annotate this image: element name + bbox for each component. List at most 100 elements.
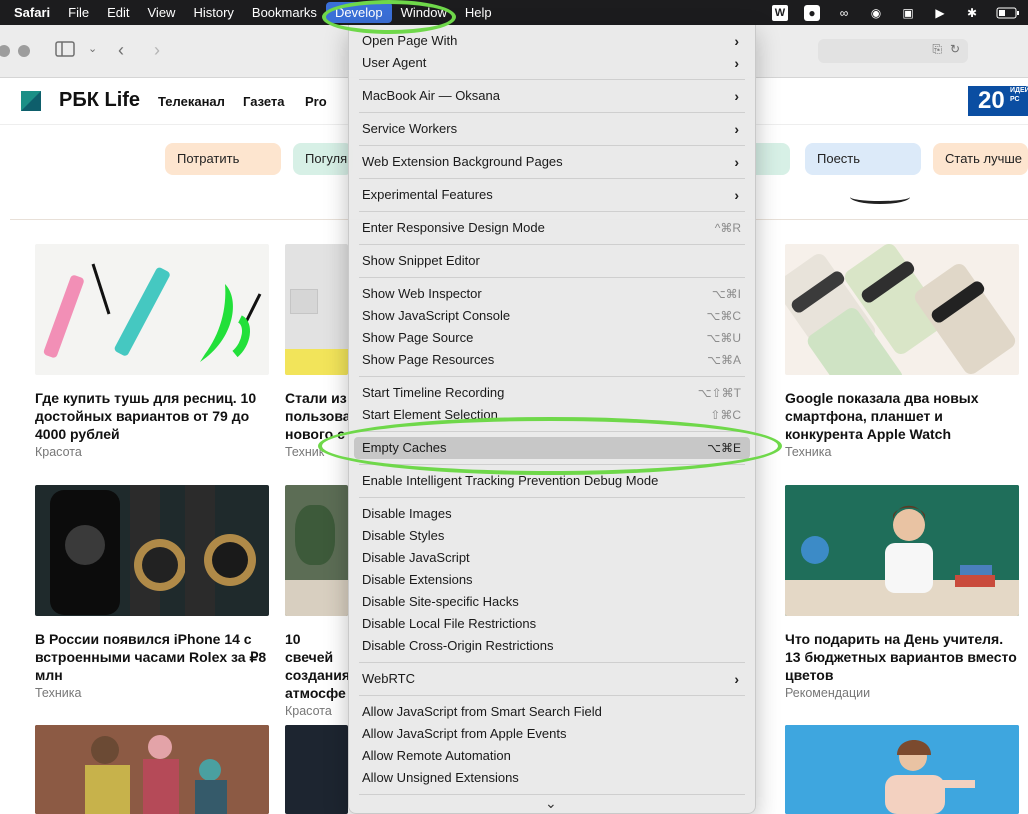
promo-badge[interactable]: 20 ИДЕЙ РС xyxy=(968,86,1028,116)
menu-item-label: Empty Caches xyxy=(362,440,447,455)
menu-item-page-resources[interactable]: Show Page Resources ⌥⌘A xyxy=(349,349,755,371)
article-title[interactable]: Стали из пользова нового с xyxy=(285,389,348,443)
fitness-image[interactable] xyxy=(785,725,1019,814)
menu-item-allow-js-smart-search[interactable]: Allow JavaScript from Smart Search Field xyxy=(349,701,755,723)
menu-item-disable-javascript[interactable]: Disable JavaScript xyxy=(349,547,755,569)
reload-icon[interactable]: ↻ xyxy=(950,42,960,56)
menu-item-disable-images[interactable]: Disable Images xyxy=(349,503,755,525)
nav-newspaper[interactable]: Газета xyxy=(243,94,285,109)
menu-item-service-workers[interactable]: Service Workers › xyxy=(349,118,755,140)
article-category[interactable]: Красота xyxy=(35,445,269,459)
menu-item-js-console[interactable]: Show JavaScript Console ⌥⌘C xyxy=(349,305,755,327)
article-category[interactable]: Техника xyxy=(785,445,1019,459)
bluetooth-icon[interactable]: ✱ xyxy=(964,5,980,21)
menu-item-snippet-editor[interactable]: Show Snippet Editor xyxy=(349,250,755,272)
menu-view[interactable]: View xyxy=(139,0,185,25)
site-logo[interactable]: РБК Life xyxy=(59,89,140,112)
article-card[interactable]: 10 свечей создания атмосфе Красота xyxy=(285,485,348,718)
menu-item-allow-js-apple-events[interactable]: Allow JavaScript from Apple Events xyxy=(349,723,755,745)
menu-separator xyxy=(359,376,745,377)
menu-item-page-source[interactable]: Show Page Source ⌥⌘U xyxy=(349,327,755,349)
back-button[interactable]: ‹ xyxy=(118,40,124,61)
menu-item-timeline-recording[interactable]: Start Timeline Recording ⌥⇧⌘T xyxy=(349,382,755,404)
menu-item-experimental-features[interactable]: Experimental Features › xyxy=(349,184,755,206)
article-category[interactable]: Красота xyxy=(285,704,348,718)
menu-item-responsive-design-mode[interactable]: Enter Responsive Design Mode ^⌘R xyxy=(349,217,755,239)
menu-item-disable-extensions[interactable]: Disable Extensions xyxy=(349,569,755,591)
nav-tv[interactable]: Телеканал xyxy=(158,94,225,109)
nav-pro[interactable]: Pro xyxy=(305,94,327,109)
menu-edit[interactable]: Edit xyxy=(98,0,138,25)
menu-help[interactable]: Help xyxy=(456,0,501,25)
menu-item-disable-cors[interactable]: Disable Cross-Origin Restrictions xyxy=(349,635,755,657)
chevron-right-icon: › xyxy=(734,187,739,203)
chevron-down-icon[interactable]: ⌄ xyxy=(88,42,97,55)
menu-item-shortcut: ⌥⌘E xyxy=(707,441,741,455)
messenger-icon[interactable]: ● xyxy=(804,4,820,21)
menu-item-disable-local-file-restrictions[interactable]: Disable Local File Restrictions xyxy=(349,613,755,635)
disk-icon[interactable]: ▣ xyxy=(900,5,916,21)
forward-button[interactable]: › xyxy=(154,40,160,61)
menu-item-disable-styles[interactable]: Disable Styles xyxy=(349,525,755,547)
article-card[interactable]: Стали из пользова нового с Техник xyxy=(285,244,348,459)
article-title[interactable]: Google показала два новых смартфона, пла… xyxy=(785,389,1019,443)
article-card[interactable]: Google показала два новых смартфона, пла… xyxy=(785,244,1019,459)
menu-item-itp-debug-mode[interactable]: Enable Intelligent Tracking Prevention D… xyxy=(349,470,755,492)
scroll-down-chevron-icon[interactable]: ⌄ xyxy=(545,795,557,812)
article-card[interactable]: В России появился iPhone 14 с встроенным… xyxy=(35,485,269,700)
creative-cloud-icon[interactable]: ∞ xyxy=(836,5,852,21)
menu-item-allow-remote-automation[interactable]: Allow Remote Automation xyxy=(349,745,755,767)
menu-item-label: Experimental Features xyxy=(362,187,493,202)
menu-file[interactable]: File xyxy=(59,0,98,25)
article-title[interactable]: В России появился iPhone 14 с встроенным… xyxy=(35,630,269,684)
menu-safari[interactable]: Safari xyxy=(0,0,59,25)
menu-separator xyxy=(359,464,745,465)
menu-item-open-page-with[interactable]: Open Page With › xyxy=(349,30,755,52)
menu-item-macbook-air[interactable]: MacBook Air — Oksana › xyxy=(349,85,755,107)
menu-item-label: Service Workers xyxy=(362,121,458,136)
menu-item-shortcut: ^⌘R xyxy=(714,221,741,235)
menu-item-element-selection[interactable]: Start Element Selection ⇧⌘C xyxy=(349,404,755,426)
word-icon[interactable]: W xyxy=(772,4,788,21)
menu-item-webrtc[interactable]: WebRTC › xyxy=(349,668,755,690)
menu-item-disable-site-hacks[interactable]: Disable Site-specific Hacks xyxy=(349,591,755,613)
article-card[interactable]: Где купить тушь для ресниц. 10 достойных… xyxy=(35,244,269,459)
menu-item-web-extension-bg-pages[interactable]: Web Extension Background Pages › xyxy=(349,151,755,173)
gaming-image[interactable] xyxy=(285,725,348,814)
window-close-button[interactable] xyxy=(0,45,10,57)
menu-item-web-inspector[interactable]: Show Web Inspector ⌥⌘I xyxy=(349,283,755,305)
vpn-icon[interactable]: ◉ xyxy=(868,5,884,21)
menu-item-allow-unsigned-extensions[interactable]: Allow Unsigned Extensions xyxy=(349,767,755,789)
menu-develop[interactable]: Develop xyxy=(325,2,392,23)
menu-item-shortcut: ⌥⇧⌘T xyxy=(697,386,741,400)
menu-separator xyxy=(359,211,745,212)
window-minimize-button[interactable] xyxy=(18,45,30,57)
pill-spend[interactable]: Потратить xyxy=(165,143,281,175)
pill-better[interactable]: Стать лучше xyxy=(933,143,1028,175)
translate-icon[interactable]: ⎘ xyxy=(932,42,942,57)
menu-window[interactable]: Window xyxy=(392,0,456,25)
article-category[interactable]: Рекомендации xyxy=(785,686,1019,700)
status-icons: W ● ∞ ◉ ▣ ▶ ✱ xyxy=(772,0,1020,25)
battery-icon[interactable] xyxy=(996,5,1020,21)
rbc-logo-icon[interactable] xyxy=(21,91,41,111)
article-category[interactable]: Техника xyxy=(35,686,269,700)
article-card[interactable]: Что подарить на День учителя. 13 бюджетн… xyxy=(785,485,1019,700)
kids-image[interactable] xyxy=(35,725,269,814)
pill-walk[interactable]: Погуля xyxy=(293,143,353,175)
chevron-right-icon: › xyxy=(734,55,739,71)
play-icon[interactable]: ▶ xyxy=(932,5,948,21)
menu-item-user-agent[interactable]: User Agent › xyxy=(349,52,755,74)
menu-bookmarks[interactable]: Bookmarks xyxy=(243,0,326,25)
sidebar-toggle-icon[interactable] xyxy=(55,41,75,62)
article-title[interactable]: Что подарить на День учителя. 13 бюджетн… xyxy=(785,630,1019,684)
decor-arc xyxy=(850,190,910,204)
chevron-right-icon: › xyxy=(734,33,739,49)
menu-item-empty-caches[interactable]: Empty Caches ⌥⌘E xyxy=(354,437,750,459)
menu-history[interactable]: History xyxy=(184,0,242,25)
address-bar[interactable]: ⎘ ↻ xyxy=(818,39,968,63)
article-category[interactable]: Техник xyxy=(285,445,348,459)
pill-eat[interactable]: Поесть xyxy=(805,143,921,175)
article-title[interactable]: 10 свечей создания атмосфе xyxy=(285,630,348,702)
article-title[interactable]: Где купить тушь для ресниц. 10 достойных… xyxy=(35,389,269,443)
